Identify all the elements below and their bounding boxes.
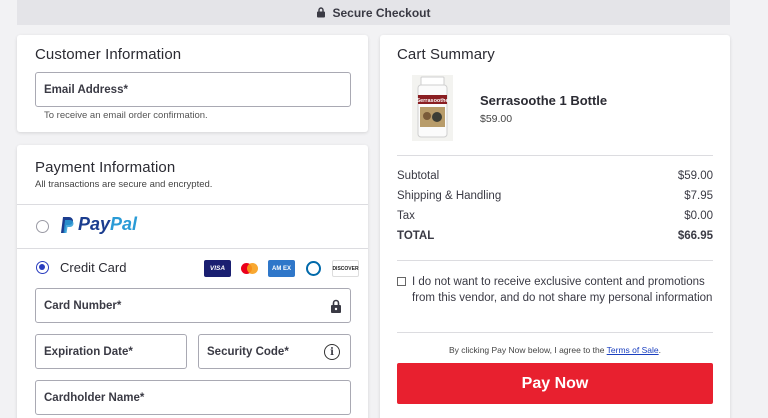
info-icon[interactable]: i [324,344,340,360]
paypal-radio[interactable] [36,220,49,233]
paypal-icon [61,216,74,233]
secure-checkout-label: Secure Checkout [332,5,431,20]
terms-suffix: . [658,345,661,355]
summary-row-subtotal: Subtotal $59.00 [397,170,713,182]
secure-checkout-bar: Secure Checkout [17,0,730,25]
summary-row-shipping: Shipping & Handling $7.95 [397,190,713,202]
divider [17,204,368,205]
mastercard-icon [236,260,263,277]
customer-information-card: Customer Information Email Address* To r… [17,35,368,132]
summary-label: Tax [397,210,415,222]
card-number-field[interactable]: Card Number* [35,288,351,323]
cart-summary-card: Cart Summary Serrasoothe Serrasoothe 1 B… [380,35,730,418]
product-bottle-image: Serrasoothe [412,75,453,141]
diners-club-icon [300,260,327,277]
discover-icon: DISCOVER [332,260,359,277]
divider [397,155,713,156]
optout-text: I do not want to receive exclusive conte… [412,276,713,304]
credit-card-label[interactable]: Credit Card [60,260,126,275]
terms-of-sale-link[interactable]: Terms of Sale [607,345,659,355]
payment-subtitle: All transactions are secure and encrypte… [35,179,213,190]
security-placeholder: Security Code* [207,345,289,358]
visa-icon: VISA [204,260,231,277]
terms-notice: By clicking Pay Now below, I agree to th… [397,345,713,355]
terms-prefix: By clicking Pay Now below, I agree to th… [449,345,607,355]
email-hint: To receive an email order confirmation. [44,110,208,121]
email-placeholder: Email Address* [44,83,128,96]
card-number-placeholder: Card Number* [44,299,122,312]
summary-value: $59.00 [677,170,713,182]
paypal-word-1: Pay [78,214,111,234]
product-name: Serrasoothe 1 Bottle [480,93,608,108]
summary-row-tax: Tax $0.00 [397,210,713,222]
summary-row-total: TOTAL $66.95 [397,230,713,242]
summary-label: Shipping & Handling [397,190,502,202]
customer-information-title: Customer Information [35,46,182,63]
expiration-date-field[interactable]: Expiration Date* [35,334,187,369]
credit-card-radio[interactable] [36,261,49,274]
optout-checkbox[interactable] [397,277,406,286]
payment-information-title: Payment Information [35,159,176,176]
amex-icon: AM EX [268,260,295,277]
total-label: TOTAL [397,230,435,242]
cardholder-name-field[interactable]: Cardholder Name* [35,380,351,415]
lock-icon [331,299,341,313]
total-value: $66.95 [677,230,713,242]
cardholder-placeholder: Cardholder Name* [44,391,145,404]
optout-checkbox-row[interactable]: I do not want to receive exclusive conte… [397,274,713,306]
divider [17,248,368,249]
divider [397,260,713,261]
product-label-text: Serrasoothe [416,98,448,104]
divider [397,332,713,333]
paypal-word-2: Pal [110,214,138,234]
email-field[interactable]: Email Address* [35,72,351,107]
expiration-placeholder: Expiration Date* [44,345,133,358]
pay-now-button[interactable]: Pay Now [397,363,713,404]
cart-summary-title: Cart Summary [397,46,495,63]
security-code-field[interactable]: Security Code* i [198,334,351,369]
summary-value: $7.95 [684,190,713,202]
payment-information-card: Payment Information All transactions are… [17,145,368,418]
card-logos: VISA AM EX DISCOVER [204,260,359,277]
summary-value: $0.00 [684,210,713,222]
paypal-option[interactable]: PayPal [60,214,137,235]
summary-label: Subtotal [397,170,440,182]
lock-icon [317,7,326,18]
product-price: $59.00 [480,113,513,125]
